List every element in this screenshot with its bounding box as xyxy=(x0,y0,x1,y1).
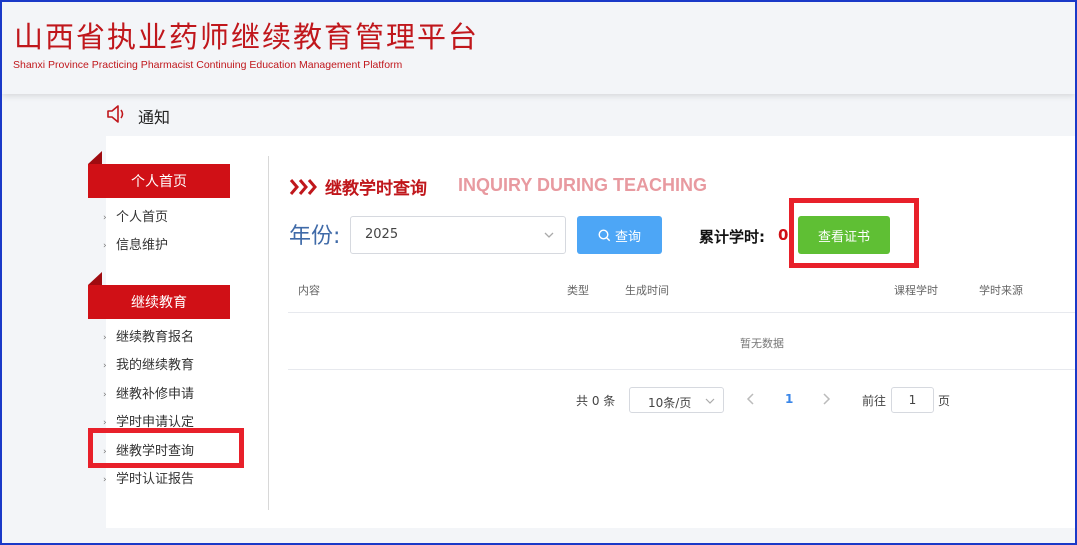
bullet-icon: › xyxy=(103,213,107,223)
year-select-value: 2025 xyxy=(365,227,399,242)
certificate-highlight-box xyxy=(789,198,919,268)
speaker-icon xyxy=(106,104,128,128)
total-hours-label: 累计学时: xyxy=(699,228,765,246)
notice-label: 通知 xyxy=(138,108,171,127)
pagination-page-suffix: 页 xyxy=(938,394,951,408)
sidebar-section-personal-home[interactable]: 个人首页 xyxy=(88,151,230,198)
sidebar-divider xyxy=(268,156,269,510)
sidebar-item-ce-register[interactable]: › 继续教育报名 xyxy=(103,329,195,347)
sidebar-highlight-box xyxy=(88,428,244,468)
column-header-generated-time: 生成时间 xyxy=(625,284,669,297)
chevron-right-icon[interactable] xyxy=(820,391,832,407)
table-bottom-divider xyxy=(288,369,1075,370)
sidebar-item-ce-makeup[interactable]: › 继教补修申请 xyxy=(103,386,195,404)
table-header-divider xyxy=(288,312,1075,313)
chevron-down-icon xyxy=(544,232,554,238)
table-empty-text: 暂无数据 xyxy=(740,337,784,350)
page-title-en: INQUIRY DURING TEACHING xyxy=(458,175,708,195)
column-header-course-hours: 课程学时 xyxy=(894,284,938,297)
site-subtitle: Shanxi Province Practicing Pharmacist Co… xyxy=(13,59,403,71)
bullet-icon: › xyxy=(103,333,107,343)
bullet-icon: › xyxy=(103,241,107,251)
page-title: 继教学时查询 xyxy=(325,179,427,199)
pagination-goto-input[interactable]: 1 xyxy=(891,387,934,413)
sidebar-item-label: 我的继续教育 xyxy=(116,358,195,373)
bullet-icon: › xyxy=(103,361,107,371)
sidebar-item-label: 信息维护 xyxy=(116,238,169,253)
page-size-select[interactable]: 10条/页 xyxy=(629,387,724,413)
total-hours-value: 0 xyxy=(778,226,789,244)
triple-chevron-icon xyxy=(289,179,317,195)
column-header-content: 内容 xyxy=(298,284,320,297)
search-icon xyxy=(598,228,611,241)
pagination-current-page[interactable]: 1 xyxy=(785,392,793,406)
bullet-icon: › xyxy=(103,390,107,400)
sidebar-item-my-ce[interactable]: › 我的继续教育 xyxy=(103,357,195,375)
page-size-value: 10条/页 xyxy=(648,396,692,410)
bullet-icon: › xyxy=(103,475,107,485)
column-header-hours-source: 学时来源 xyxy=(979,284,1023,297)
chevron-left-icon[interactable] xyxy=(745,391,757,407)
app-frame: 山西省执业药师继续教育管理平台 Shanxi Province Practici… xyxy=(0,0,1077,545)
pagination-goto-label: 前往 xyxy=(862,394,887,408)
sidebar-item-personal-home[interactable]: › 个人首页 xyxy=(103,209,169,227)
column-header-type: 类型 xyxy=(567,284,589,297)
sidebar-section-continuing-education[interactable]: 继续教育 xyxy=(88,272,230,319)
sidebar-item-hours-report[interactable]: › 学时认证报告 xyxy=(103,471,195,489)
sidebar-item-label: 继续教育报名 xyxy=(116,330,195,345)
query-button-label: 查询 xyxy=(614,229,641,245)
sidebar-item-label: 个人首页 xyxy=(116,210,169,225)
sidebar-item-info-maintain[interactable]: › 信息维护 xyxy=(103,237,169,255)
year-label: 年份: xyxy=(289,224,341,249)
site-header: 山西省执业药师继续教育管理平台 Shanxi Province Practici… xyxy=(2,2,1075,94)
site-title: 山西省执业药师继续教育管理平台 xyxy=(14,20,480,54)
query-button[interactable]: 查询 xyxy=(577,216,662,254)
pagination-total: 共 0 条 xyxy=(576,394,616,408)
chevron-down-icon xyxy=(705,398,715,404)
notice-bar[interactable]: 通知 xyxy=(106,105,170,127)
sidebar-item-label: 学时认证报告 xyxy=(116,472,195,487)
sidebar-item-label: 继教补修申请 xyxy=(116,387,195,402)
year-select[interactable]: 2025 xyxy=(350,216,566,254)
